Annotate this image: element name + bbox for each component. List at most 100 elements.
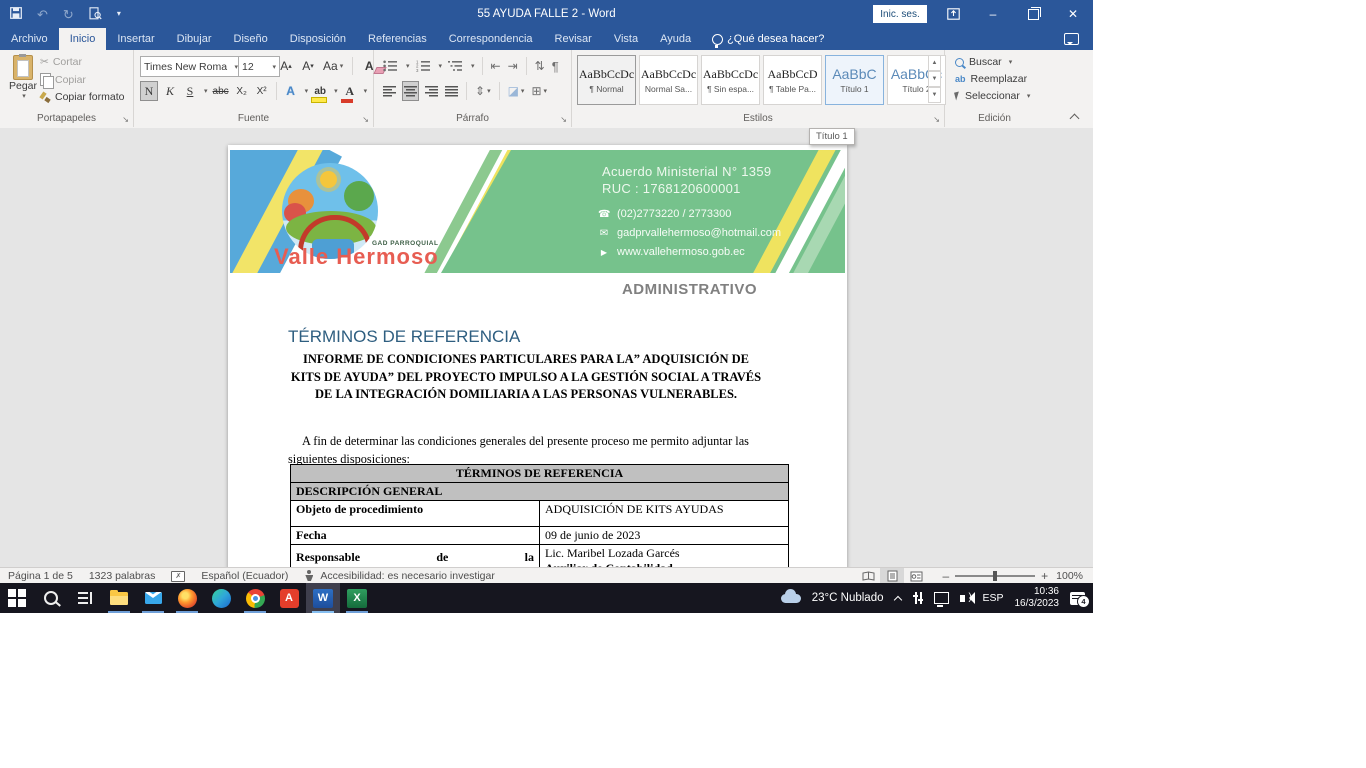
chevron-down-icon[interactable]: ▾ xyxy=(305,87,309,95)
page-count[interactable]: Página 1 de 5 xyxy=(8,570,73,582)
keyboard-language[interactable]: ESP xyxy=(982,592,1003,604)
weather-cloud-icon[interactable] xyxy=(781,594,801,603)
font-color-button[interactable]: A xyxy=(342,82,358,100)
font-dialog-launcher-icon[interactable]: ↘ xyxy=(362,115,369,124)
settings-sliders-icon[interactable] xyxy=(913,592,923,604)
decrease-indent-button[interactable]: ⇤ xyxy=(490,57,502,75)
bullets-button[interactable] xyxy=(382,57,399,75)
font-name-select[interactable]: Times New Roma▾ xyxy=(140,56,242,77)
zoom-slider[interactable] xyxy=(955,575,1035,577)
cut-button[interactable]: ✂ Cortar xyxy=(40,56,124,68)
print-preview-icon[interactable] xyxy=(89,7,102,22)
minimize-button[interactable]: – xyxy=(973,0,1013,28)
style-normal[interactable]: AaBbCcDc ¶ Normal xyxy=(577,55,636,105)
shading-button[interactable]: ◪▾ xyxy=(507,82,526,100)
taskbar-firefox[interactable] xyxy=(170,583,204,613)
redo-icon[interactable]: ↻ xyxy=(63,8,74,21)
taskbar-acrobat[interactable]: A xyxy=(272,583,306,613)
styles-scroll-down-icon[interactable]: ▼ xyxy=(928,71,941,87)
replace-button[interactable]: ab Reemplazar xyxy=(955,73,1030,85)
style-sin-espaciado[interactable]: AaBbCcDc ¶ Sin espa... xyxy=(701,55,760,105)
weather-text[interactable]: 23°C Nublado xyxy=(812,592,884,604)
chevron-down-icon[interactable]: ▾ xyxy=(204,87,208,95)
document-page[interactable]: Acuerdo Ministerial N° 1359 RUC : 176812… xyxy=(228,145,847,567)
taskbar-mail[interactable] xyxy=(136,583,170,613)
qat-customize-icon[interactable]: ▾ xyxy=(117,10,121,18)
find-button[interactable]: Buscar ▾ xyxy=(955,56,1030,68)
format-painter-button[interactable]: Copiar formato xyxy=(40,91,124,103)
tab-revisar[interactable]: Revisar xyxy=(544,28,603,50)
tab-insertar[interactable]: Insertar xyxy=(106,28,165,50)
proofing-errors-icon[interactable]: ✗ xyxy=(171,571,185,582)
justify-button[interactable] xyxy=(444,82,459,100)
sign-in-button[interactable]: Inic. ses. xyxy=(873,5,927,23)
accessibility-status[interactable]: Accesibilidad: es necesario investigar xyxy=(320,570,495,582)
taskbar-file-explorer[interactable] xyxy=(102,583,136,613)
start-button[interactable] xyxy=(0,583,34,613)
underline-button[interactable]: S xyxy=(182,82,198,100)
taskbar-excel[interactable]: X xyxy=(340,583,374,613)
zoom-percentage[interactable]: 100% xyxy=(1056,570,1083,582)
tab-vista[interactable]: Vista xyxy=(603,28,649,50)
multilevel-list-button[interactable] xyxy=(447,57,464,75)
change-case-button[interactable]: Aa▾ xyxy=(322,57,344,75)
align-center-button[interactable] xyxy=(402,81,419,101)
network-icon[interactable] xyxy=(934,592,949,604)
taskbar-edge[interactable] xyxy=(204,583,238,613)
chevron-down-icon[interactable]: ▾ xyxy=(406,62,410,70)
bold-button[interactable]: N xyxy=(140,81,158,101)
word-count[interactable]: 1323 palabras xyxy=(89,570,156,582)
text-effects-button[interactable]: A xyxy=(283,82,299,100)
borders-button[interactable]: ⊞▾ xyxy=(530,82,548,100)
show-paragraph-marks-button[interactable]: ¶ xyxy=(551,57,560,75)
language-indicator[interactable]: Español (Ecuador) xyxy=(201,570,288,582)
tab-referencias[interactable]: Referencias xyxy=(357,28,438,50)
increase-indent-button[interactable]: ⇥ xyxy=(507,57,519,75)
print-layout-icon[interactable] xyxy=(880,568,904,584)
tab-archivo[interactable]: Archivo xyxy=(0,28,59,50)
tell-me-box[interactable]: ¿Qué desea hacer? xyxy=(702,28,824,50)
paste-button[interactable]: Pegar ▾ xyxy=(6,55,40,111)
zoom-out-button[interactable]: – xyxy=(942,570,949,582)
tab-inicio[interactable]: Inicio xyxy=(59,28,107,50)
font-size-select[interactable]: 12▾ xyxy=(238,56,280,77)
accessibility-icon[interactable] xyxy=(304,570,318,582)
tab-ayuda[interactable]: Ayuda xyxy=(649,28,702,50)
clipboard-dialog-launcher-icon[interactable]: ↘ xyxy=(122,115,129,124)
copy-button[interactable]: Copiar xyxy=(40,73,124,86)
highlight-button[interactable]: ab xyxy=(312,82,328,100)
zoom-in-button[interactable]: + xyxy=(1041,570,1048,582)
chevron-down-icon[interactable]: ▾ xyxy=(439,62,443,70)
italic-button[interactable]: K xyxy=(162,82,178,100)
styles-more-icon[interactable]: ▼ xyxy=(928,87,941,103)
style-table-paragraph[interactable]: AaBbCcD ¶ Table Pa... xyxy=(763,55,822,105)
numbering-button[interactable]: 123 xyxy=(415,57,432,75)
select-button[interactable]: Seleccionar ▾ xyxy=(955,90,1030,102)
align-right-button[interactable] xyxy=(424,82,439,100)
web-layout-icon[interactable] xyxy=(904,568,928,584)
ribbon-display-options-icon[interactable] xyxy=(933,0,973,28)
shrink-font-button[interactable]: A▾ xyxy=(300,57,316,75)
grow-font-button[interactable]: A▴ xyxy=(278,57,294,75)
tab-diseno[interactable]: Diseño xyxy=(223,28,279,50)
taskbar-chrome[interactable] xyxy=(238,583,272,613)
read-mode-icon[interactable] xyxy=(856,568,880,584)
superscript-button[interactable]: X² xyxy=(254,82,270,100)
styles-dialog-launcher-icon[interactable]: ↘ xyxy=(933,115,940,124)
style-titulo-1[interactable]: AaBbC Título 1 xyxy=(825,55,884,105)
line-spacing-button[interactable]: ⇕▾ xyxy=(474,82,492,100)
zoom-slider-handle[interactable] xyxy=(993,571,997,581)
chevron-down-icon[interactable]: ▾ xyxy=(471,62,475,70)
styles-scroll-up-icon[interactable]: ▲ xyxy=(928,55,941,71)
collapse-ribbon-icon[interactable] xyxy=(1071,112,1079,120)
chevron-down-icon[interactable]: ▾ xyxy=(334,87,338,95)
style-normal-sa[interactable]: AaBbCcDc Normal Sa... xyxy=(639,55,698,105)
align-left-button[interactable] xyxy=(382,82,397,100)
tab-correspondencia[interactable]: Correspondencia xyxy=(438,28,544,50)
taskbar-word[interactable]: W xyxy=(306,583,340,613)
taskbar-search-button[interactable] xyxy=(34,583,68,613)
strikethrough-button[interactable]: abc xyxy=(212,82,230,100)
clock[interactable]: 10:36 16/3/2023 xyxy=(1015,586,1060,611)
paragraph-dialog-launcher-icon[interactable]: ↘ xyxy=(560,115,567,124)
save-icon[interactable] xyxy=(10,7,22,21)
